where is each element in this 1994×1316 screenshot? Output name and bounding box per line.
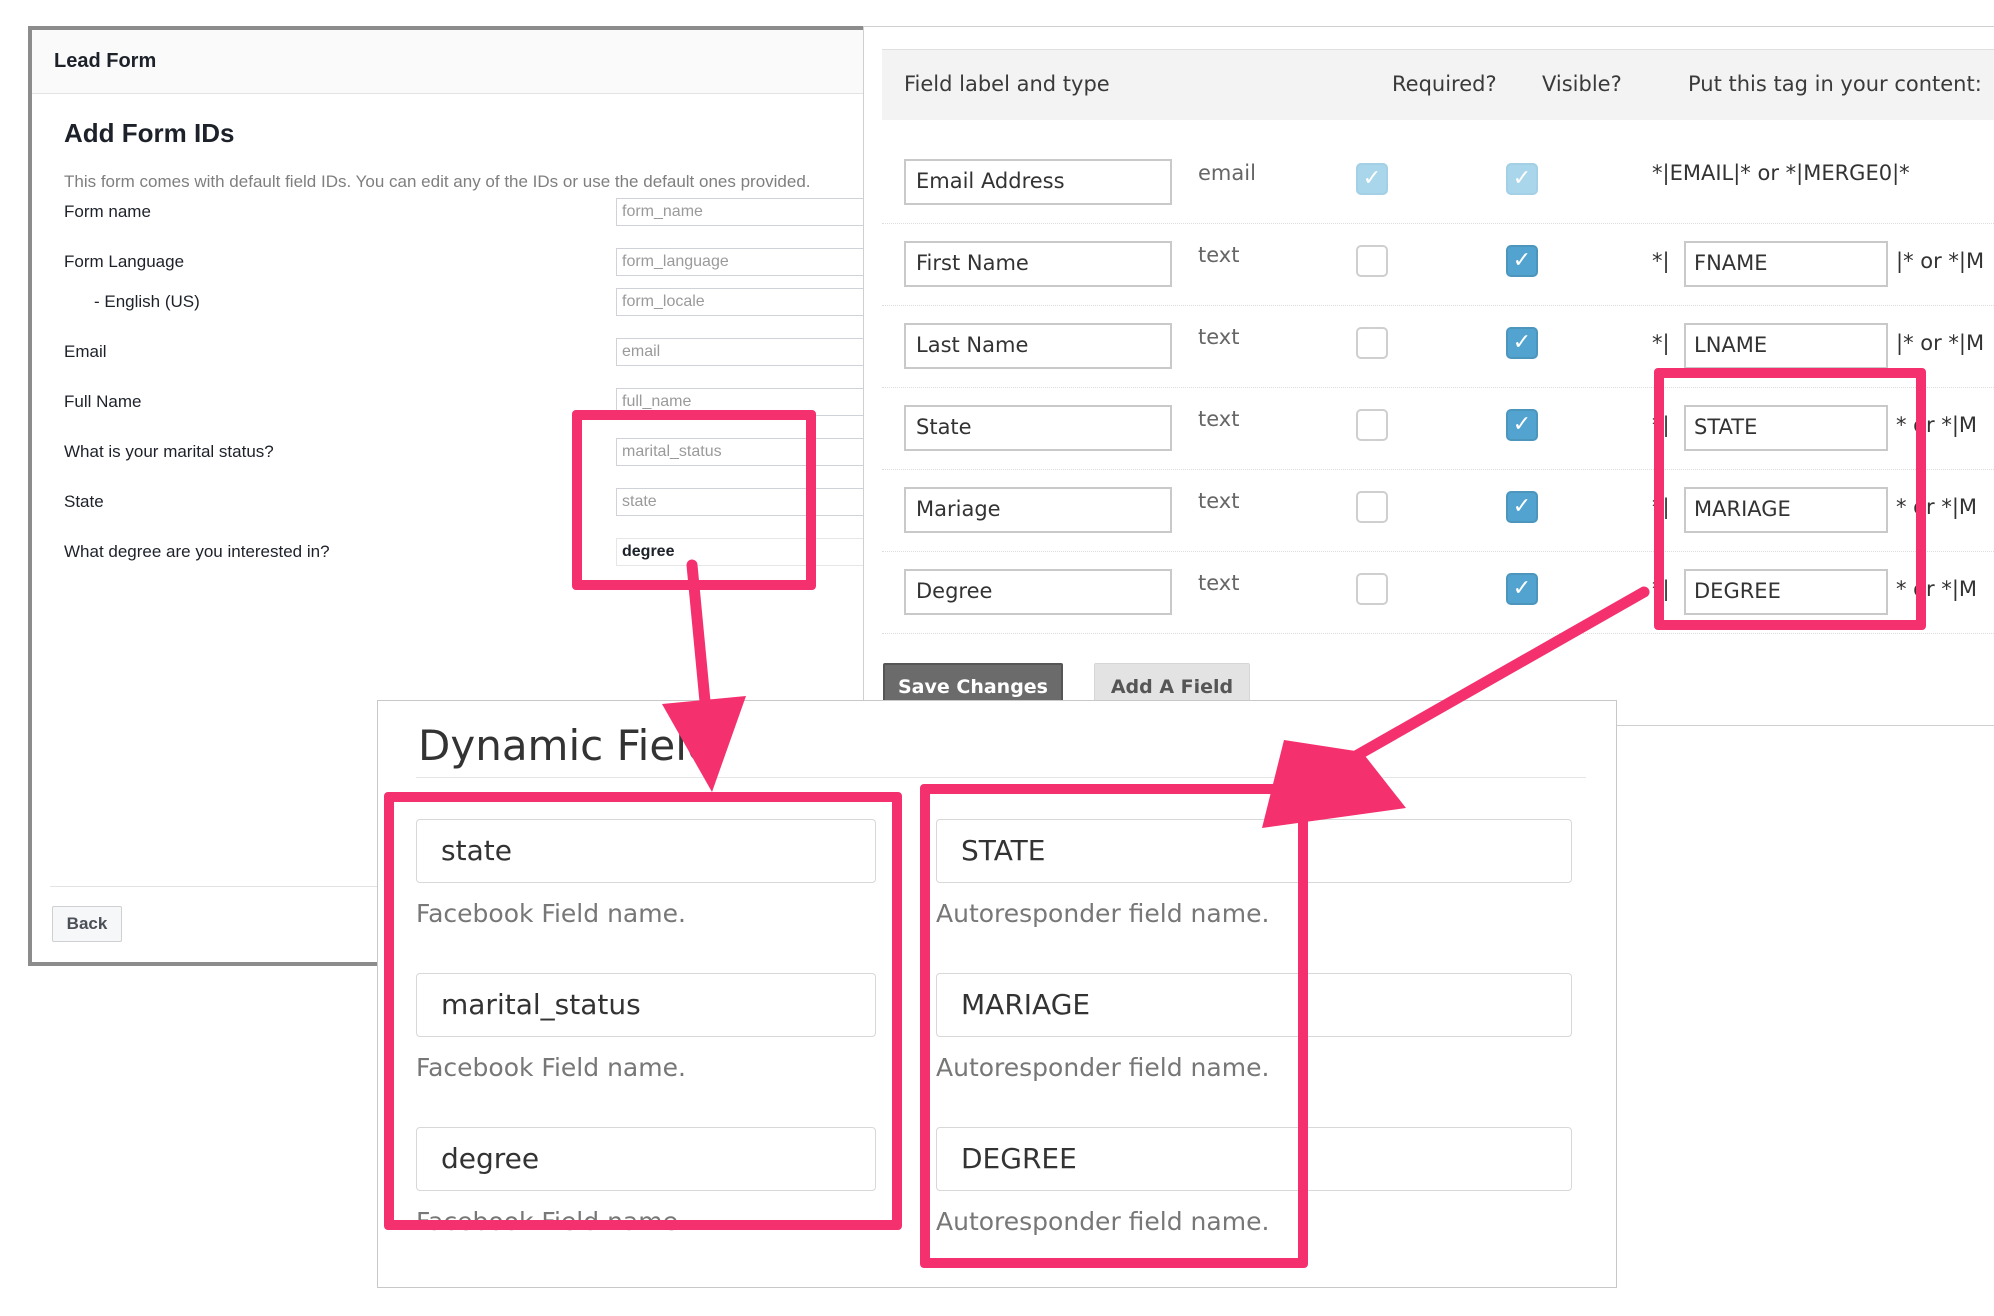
arrows-overlay: [662, 559, 1650, 828]
arrow-down-icon: [662, 559, 746, 792]
arrow-diagonal-icon: [1262, 586, 1650, 828]
